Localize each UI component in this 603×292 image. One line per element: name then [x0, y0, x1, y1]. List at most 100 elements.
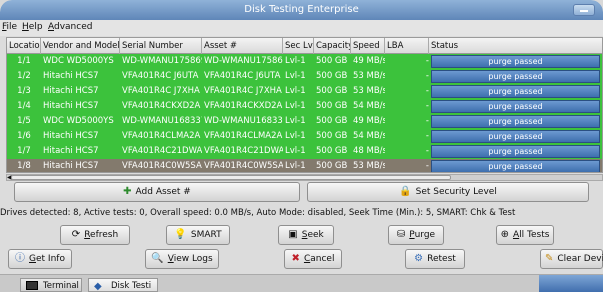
table-cell: WDC WD5000YS [43, 116, 114, 126]
app-icon: ◆ [94, 281, 102, 292]
title-bar: Disk Testing Enterprise [0, 0, 603, 20]
cancel-icon: ✖ [291, 252, 300, 264]
retest-button[interactable]: ⚙ Retest [405, 249, 465, 269]
table-cell: VFA401R4C J6UTA [122, 71, 199, 81]
table-cell: 53 MB/s [353, 71, 385, 81]
table-cell: VFA401R4C0W5SA [122, 161, 202, 171]
table-cell: Lvl-1 [285, 56, 306, 66]
table-cell: VFA401R4CKXD2A [122, 101, 201, 111]
clear-device-button[interactable]: ✎Clear Device [540, 249, 603, 269]
info-icon: ⓘ [15, 252, 26, 264]
column-header[interactable]: Location [7, 38, 41, 54]
table-cell: 54 MB/s [353, 101, 385, 111]
menu-file-label: ile [6, 22, 18, 32]
table-cell: WD-WMANU1758699 [204, 56, 283, 66]
minimize-icon [580, 10, 588, 12]
table-cell: VFA401R4C21DWA [204, 146, 283, 156]
table-cell: Lvl-1 [285, 116, 306, 126]
table-cell: - [425, 161, 429, 171]
table-cell: 1/8 [17, 161, 31, 171]
table-cell: 500 GB [316, 86, 348, 96]
scrollbar-thumb[interactable] [11, 175, 451, 180]
menu-help-mnemonic: H [22, 22, 29, 32]
table-row[interactable]: 1/3 Hitachi HCS7 VFA401R4C J7XHA VFA401R4C … [7, 84, 602, 99]
all-tests-label: ll Tests [519, 230, 550, 240]
status-progress-bar: purge passed [431, 145, 600, 158]
status-progress-bar: purge passed [431, 100, 600, 113]
purge-button[interactable]: ⛁ Purge [388, 225, 444, 245]
view-logs-button[interactable]: 🔍 View Logs [145, 249, 219, 269]
all-tests-icon: ⊕ [500, 228, 509, 240]
table-cell: 500 GB [316, 71, 348, 81]
column-header[interactable]: Asset # [202, 38, 283, 54]
table-cell: VFA401R4C21DWA [122, 146, 202, 156]
table-cell: 54 MB/s [353, 131, 385, 141]
table-cell: Hitachi HCS7 [43, 161, 99, 171]
minimize-button[interactable] [573, 4, 595, 16]
cancel-button[interactable]: ✖ Cancel [284, 249, 342, 269]
table-row[interactable]: 1/6 Hitachi HCS7 VFA401R4CLMA2A VFA401R4CLM… [7, 129, 602, 144]
table-cell: Hitachi HCS7 [43, 86, 99, 96]
plus-icon: ✚ [123, 185, 132, 197]
column-header[interactable]: Serial Number [120, 38, 202, 54]
all-tests-button[interactable]: ⊕ All Tests [496, 225, 554, 245]
taskbar-terminal-label: Terminal [43, 281, 79, 291]
set-security-label: Set Security Level [415, 187, 497, 197]
set-security-button[interactable]: 🔒 Set Security Level [307, 182, 589, 202]
table-cell: 49 MB/s [353, 116, 385, 126]
column-header[interactable]: Speed [351, 38, 385, 54]
taskbar-item-disk-testing[interactable]: ◆ Disk Testi [88, 278, 158, 292]
view-logs-icon: 🔍 [151, 252, 164, 264]
menu-advanced-label: dvanced [54, 22, 93, 32]
table-cell: Hitachi HCS7 [43, 131, 99, 141]
retest-icon: ⚙ [414, 252, 424, 264]
table-cell: 1/2 [17, 71, 31, 81]
column-header[interactable]: LBA [385, 38, 429, 54]
table-row[interactable]: 1/7 Hitachi HCS7 VFA401R4C21DWA VFA401R4C21… [7, 144, 602, 159]
seek-button[interactable]: ▣ Seek [278, 225, 334, 245]
table-cell: 500 GB [316, 161, 348, 171]
table-row[interactable]: 1/5 WDC WD5000YS WD-WMANU1683379WD-WMANU16… [7, 114, 602, 129]
table-row[interactable]: 1/2 Hitachi HCS7 VFA401R4C J6UTA VFA401R4C … [7, 69, 602, 84]
system-tray [539, 275, 603, 292]
menu-file[interactable]: File [2, 22, 17, 32]
purge-label: urge [414, 230, 436, 240]
status-progress-bar: purge passed [431, 115, 600, 128]
get-info-mnemonic: G [29, 254, 36, 264]
table-cell: 1/3 [17, 86, 31, 96]
table-row[interactable]: 1/8 Hitachi HCS7 VFA401R4C0W5SA VFA401R4C0W… [7, 159, 602, 172]
table-cell: 500 GB [316, 131, 348, 141]
column-header[interactable]: Status [429, 38, 602, 54]
menu-advanced[interactable]: Advanced [48, 22, 92, 32]
smart-label: SMART [190, 230, 222, 240]
table-cell: 48 MB/s [353, 146, 385, 156]
smart-button[interactable]: 💡 SMART [166, 225, 230, 245]
status-info-line: Drives detected: 8, Active tests: 0, Ove… [0, 208, 516, 218]
column-header[interactable]: Sec Lvl [283, 38, 314, 54]
table-cell: WD-WMANU1683379 [204, 116, 283, 126]
table-row[interactable]: 1/4 Hitachi HCS7 VFA401R4CKXD2A VFA401R4CKX… [7, 99, 602, 114]
lock-icon: 🔒 [399, 185, 412, 197]
column-header[interactable]: Capacity [314, 38, 351, 54]
taskbar-item-terminal[interactable]: Terminal [20, 278, 82, 292]
menu-help[interactable]: Help [22, 22, 43, 32]
table-cell: VFA401R4CLMA2A [122, 131, 201, 141]
get-info-button[interactable]: ⓘ Get Info [8, 249, 72, 269]
column-header[interactable]: Vendor and Model [41, 38, 120, 54]
menu-bar: File Help Advanced [0, 20, 603, 36]
table-row[interactable]: 1/1 WDC WD5000YS WD-WMANU1758699WD-WMANU17… [7, 54, 602, 69]
table-cell: Hitachi HCS7 [43, 71, 99, 81]
table-cell: 1/7 [17, 146, 31, 156]
seek-icon: ▣ [288, 228, 298, 240]
table-cell: Lvl-1 [285, 71, 306, 81]
horizontal-scrollbar[interactable]: ◀ [6, 174, 603, 181]
status-progress-bar: purge passed [431, 55, 600, 68]
table-cell: 53 MB/s [353, 86, 385, 96]
table-cell: Hitachi HCS7 [43, 101, 99, 111]
drive-table[interactable]: LocationVendor and ModelSerial NumberAss… [6, 37, 603, 173]
taskbar: Terminal ◆ Disk Testi [0, 274, 603, 292]
table-cell: Lvl-1 [285, 86, 306, 96]
table-cell: 49 MB/s [353, 56, 385, 66]
refresh-button[interactable]: ⟳ Refresh [60, 225, 130, 245]
add-asset-button[interactable]: ✚ Add Asset # [14, 182, 300, 202]
